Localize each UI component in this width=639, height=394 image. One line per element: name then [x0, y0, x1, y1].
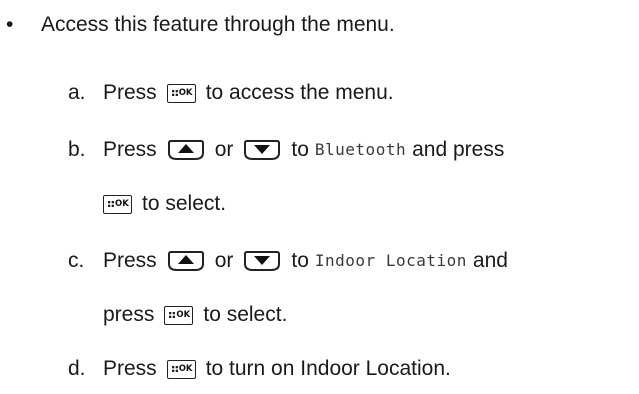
step-letter: b.	[68, 138, 86, 161]
step-b-continued: OK to select.	[103, 190, 226, 218]
to-text: to	[291, 249, 309, 272]
press-text: Press	[103, 81, 157, 104]
step-tail-text: to select.	[142, 192, 227, 215]
step-tail-text: to select.	[203, 303, 288, 326]
or-text: or	[214, 249, 234, 272]
step-d: d. Press OK to turn on Indoor Location.	[68, 355, 451, 383]
step-tail-text: to turn on Indoor Location.	[205, 357, 451, 380]
down-arrow-key-icon	[244, 140, 281, 160]
ok-key-label: OK	[178, 87, 193, 98]
menu-grid-icon	[169, 311, 176, 318]
menu-item-indoor-location: Indoor Location	[314, 251, 467, 270]
to-text: to	[291, 138, 309, 161]
step-letter: a.	[68, 81, 86, 104]
menu-grid-icon	[171, 89, 178, 96]
and-press-text: and press	[412, 138, 505, 161]
ok-key-label: OK	[178, 363, 193, 374]
menu-grid-icon	[171, 365, 178, 372]
intro-text-line: Access this feature through the menu.	[41, 11, 395, 39]
step-c: c. Press or to Indoor Location and	[68, 247, 508, 275]
menu-grid-icon	[108, 200, 114, 207]
menu-ok-key-icon: OK	[103, 194, 132, 214]
press-text: Press	[103, 249, 157, 272]
up-arrow-key-icon	[167, 140, 204, 160]
ok-key-label: OK	[176, 309, 191, 320]
press-text: press	[103, 303, 155, 326]
and-text: and	[472, 249, 508, 272]
bullet-marker: •	[6, 13, 14, 36]
menu-ok-key-icon: OK	[164, 305, 194, 325]
menu-ok-key-icon: OK	[166, 359, 196, 379]
or-text: or	[214, 138, 234, 161]
step-b: b. Press or to Bluetooth and press	[68, 136, 504, 164]
up-arrow-key-icon	[167, 251, 204, 271]
intro-text: Access this feature through the menu.	[41, 13, 395, 36]
press-text: Press	[103, 357, 157, 380]
step-tail-text: to access the menu.	[205, 81, 394, 104]
menu-item-bluetooth: Bluetooth	[314, 140, 407, 159]
step-letter: c.	[68, 249, 85, 272]
instruction-document: • Access this feature through the menu. …	[0, 0, 639, 394]
step-a: a. Press OK to access the menu.	[68, 79, 394, 107]
down-arrow-key-icon	[244, 251, 281, 271]
menu-ok-key-icon: OK	[166, 83, 196, 103]
press-text: Press	[103, 138, 157, 161]
step-c-continued: press OK to select.	[103, 301, 287, 329]
ok-key-label: OK	[115, 198, 129, 209]
step-letter: d.	[68, 357, 86, 380]
